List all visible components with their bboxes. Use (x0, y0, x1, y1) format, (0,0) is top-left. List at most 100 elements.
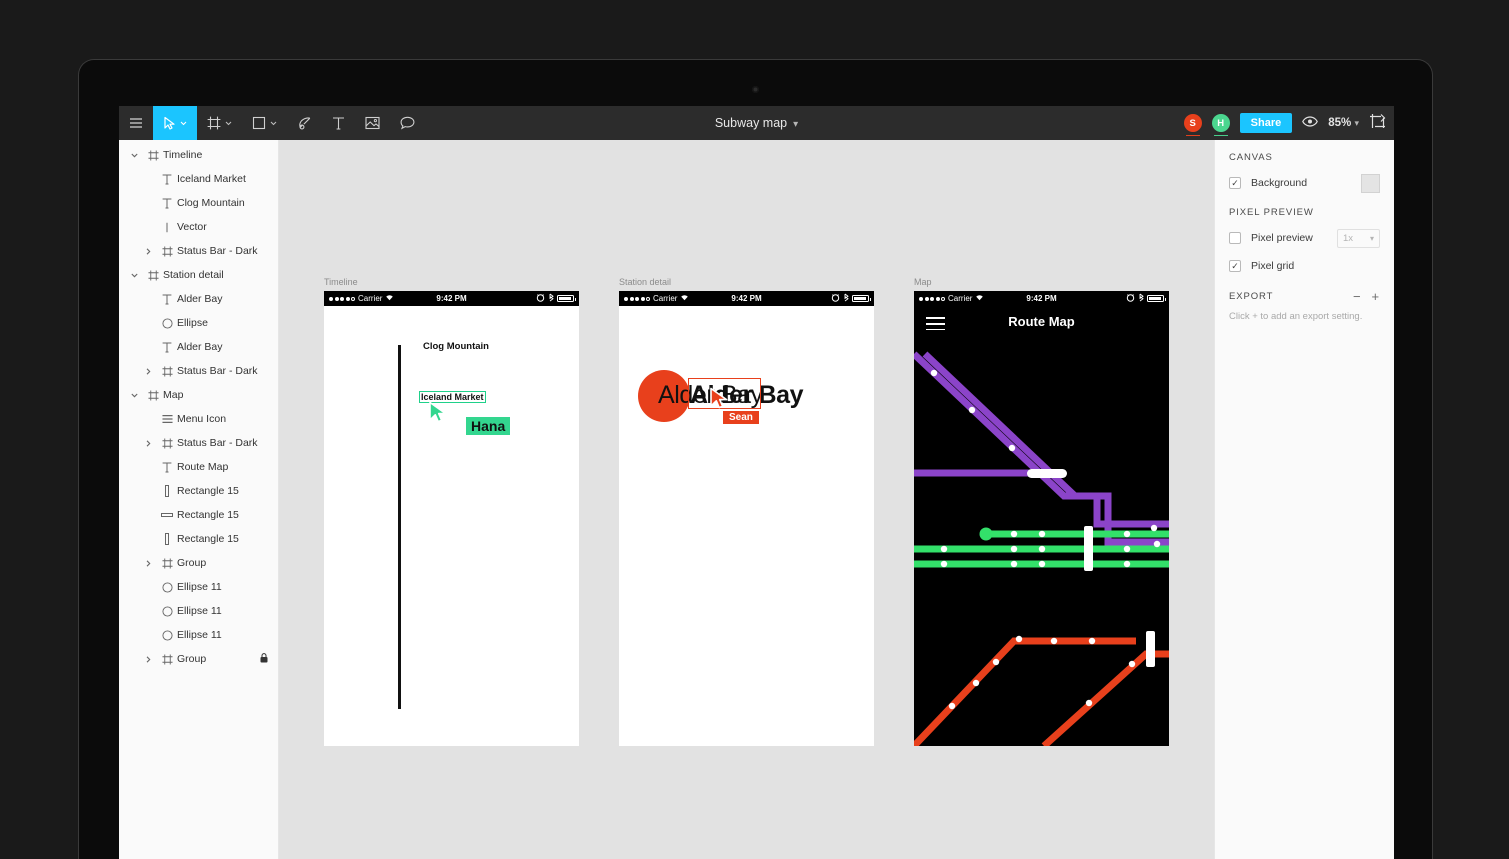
frame-timeline[interactable]: Timeline Carrier 9:42 PM Clog Mountain I… (324, 277, 579, 746)
frame-label[interactable]: Station detail (619, 277, 874, 288)
chevron-down-icon[interactable] (125, 153, 143, 158)
layer-row-map[interactable]: Map (119, 383, 278, 407)
avatar[interactable]: H (1211, 114, 1230, 136)
layer-row-ellipse-11[interactable]: Ellipse 11 (119, 575, 278, 599)
layer-row-rectangle-15[interactable]: Rectangle 15 (119, 527, 278, 551)
menu-icon[interactable] (119, 106, 153, 140)
cursor-label-sean: Sean (723, 411, 759, 424)
layer-row-group[interactable]: Group (119, 551, 278, 575)
toolbar-right-group: S H Share 85% ▾ (1183, 106, 1386, 140)
pixel-preview-checkbox[interactable] (1229, 232, 1241, 244)
chevron-down-icon[interactable] (225, 121, 232, 126)
chevron-down-icon[interactable] (270, 121, 277, 126)
chevron-right-icon[interactable] (139, 367, 157, 375)
phone-screen-station-detail[interactable]: Carrier 9:42 PM Alder Bay Alder Bay Sean (619, 291, 874, 746)
frame-station-detail[interactable]: Station detail Carrier 9:42 PM Alder Bay… (619, 277, 874, 746)
fit-screen-icon[interactable] (1369, 113, 1386, 134)
lines-icon (157, 414, 177, 424)
export-add-button[interactable]: + (1372, 290, 1381, 303)
layer-row-ellipse-11[interactable]: Ellipse 11 (119, 599, 278, 623)
chevron-down-icon: ▾ (793, 119, 799, 130)
vector-icon (157, 222, 177, 233)
frame-label[interactable]: Map (914, 277, 1169, 288)
export-remove-button[interactable]: − (1353, 290, 1362, 303)
frame-icon (157, 557, 177, 569)
avatar-initial: S (1189, 117, 1196, 129)
vrect-icon (157, 485, 177, 497)
frame-icon (143, 269, 163, 281)
map-artwork[interactable]: Route Map (914, 306, 1169, 746)
frame-map[interactable]: Map Carrier 9:42 PM Route Map (914, 277, 1169, 746)
layer-row-clog-mountain[interactable]: Clog Mountain (119, 191, 278, 215)
text-hana-label[interactable]: Hana (466, 417, 511, 435)
pixel-grid-row[interactable]: ✓ Pixel grid (1229, 254, 1380, 278)
pixel-scale-select[interactable]: 1x ▾ (1337, 228, 1380, 248)
layer-row-menu-icon[interactable]: Menu Icon (119, 407, 278, 431)
layer-row-alder-bay[interactable]: Alder Bay (119, 335, 278, 359)
layer-row-ellipse-11[interactable]: Ellipse 11 (119, 623, 278, 647)
frame-tool-icon[interactable] (197, 106, 242, 140)
layer-label: Rectangle 15 (177, 509, 239, 521)
layer-label: Ellipse 11 (177, 581, 222, 593)
phone-screen-timeline[interactable]: Carrier 9:42 PM Clog Mountain Iceland Ma… (324, 291, 579, 746)
layer-label: Vector (177, 221, 207, 233)
layer-row-status-bar-dark[interactable]: Status Bar - Dark (119, 359, 278, 383)
text-tool-icon[interactable] (322, 106, 355, 140)
layer-row-alder-bay[interactable]: Alder Bay (119, 287, 278, 311)
lock-icon[interactable] (260, 652, 268, 666)
present-eye-icon[interactable] (1302, 114, 1319, 132)
timeline-vector-line[interactable] (398, 345, 401, 709)
layer-label: Group (177, 557, 207, 569)
background-checkbox[interactable]: ✓ (1229, 177, 1241, 189)
zoom-level[interactable]: 85% ▾ (1328, 117, 1359, 129)
layer-row-ellipse[interactable]: Ellipse (119, 311, 278, 335)
figma-app-window: Subway map ▾ S H Share 85% ▾ Timeline Ic… (119, 106, 1394, 859)
layer-label: Menu Icon (177, 413, 227, 425)
frame-icon (157, 365, 177, 377)
inspector-panel[interactable]: Canvas ✓ Background Pixel Preview Pixel … (1214, 140, 1394, 859)
clock-label: 9:42 PM (436, 294, 467, 303)
chevron-right-icon[interactable] (139, 559, 157, 567)
comment-tool-icon[interactable] (390, 106, 425, 140)
layers-panel[interactable]: Timeline Iceland Market Clog Mountain Vecto… (119, 140, 279, 859)
chevron-down-icon[interactable] (125, 273, 143, 278)
clock-label: 9:42 PM (731, 294, 762, 303)
layer-row-station-detail[interactable]: Station detail (119, 263, 278, 287)
image-tool-icon[interactable] (355, 106, 390, 140)
layer-row-rectangle-15[interactable]: Rectangle 15 (119, 479, 278, 503)
layer-row-status-bar-dark[interactable]: Status Bar - Dark (119, 239, 278, 263)
share-button[interactable]: Share (1239, 113, 1293, 133)
pen-tool-icon[interactable] (287, 106, 322, 140)
layer-row-iceland-market[interactable]: Iceland Market (119, 167, 278, 191)
phone-screen-map[interactable]: Carrier 9:42 PM Route Map (914, 291, 1169, 746)
chevron-right-icon[interactable] (139, 439, 157, 447)
frame-icon (157, 653, 177, 665)
design-canvas[interactable]: Timeline Carrier 9:42 PM Clog Mountain I… (279, 140, 1214, 859)
layer-label: Rectangle 15 (177, 485, 239, 497)
layer-row-status-bar-dark[interactable]: Status Bar - Dark (119, 431, 278, 455)
layer-label: Timeline (163, 149, 203, 161)
pixel-preview-row[interactable]: Pixel preview 1x ▾ (1229, 226, 1380, 250)
layer-row-route-map[interactable]: Route Map (119, 455, 278, 479)
text-clog-mountain[interactable]: Clog Mountain (423, 341, 489, 352)
layer-row-rectangle-15[interactable]: Rectangle 15 (119, 503, 278, 527)
chevron-right-icon[interactable] (139, 655, 157, 663)
chevron-down-icon[interactable] (180, 121, 187, 126)
layer-row-vector[interactable]: Vector (119, 215, 278, 239)
move-tool-icon[interactable] (153, 106, 197, 140)
chevron-right-icon[interactable] (139, 247, 157, 255)
avatar[interactable]: S (1183, 114, 1202, 136)
canvas-background-row[interactable]: ✓ Background (1229, 171, 1380, 195)
rect-15-vertical-orange (1146, 631, 1155, 667)
layer-label: Ellipse 11 (177, 605, 222, 617)
shape-tool-icon[interactable] (242, 106, 287, 140)
layer-label: Map (163, 389, 184, 401)
chevron-down-icon[interactable] (125, 393, 143, 398)
background-color-swatch[interactable] (1361, 173, 1380, 193)
export-title-text: Export (1229, 291, 1274, 302)
layer-row-group[interactable]: Group (119, 647, 278, 671)
layer-row-timeline[interactable]: Timeline (119, 143, 278, 167)
background-label: Background (1251, 177, 1308, 189)
pixel-grid-checkbox[interactable]: ✓ (1229, 260, 1241, 272)
frame-label[interactable]: Timeline (324, 277, 579, 288)
